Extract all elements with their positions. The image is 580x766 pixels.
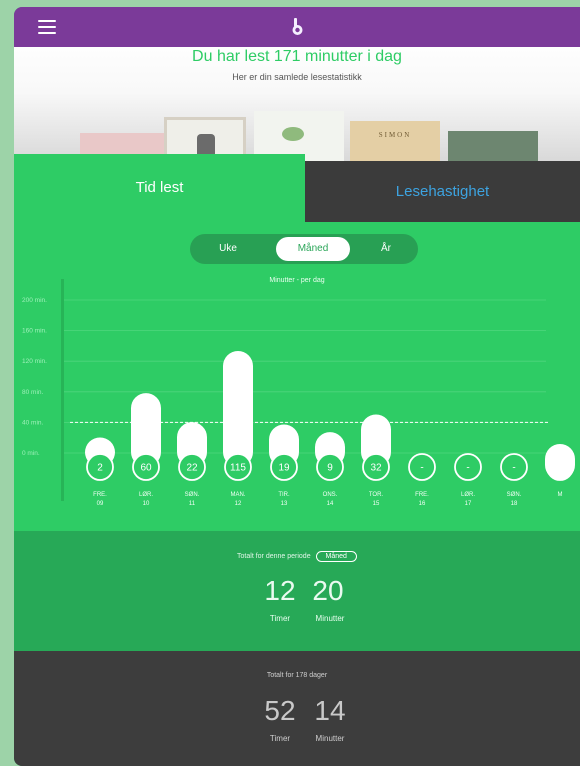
y-tick-label: 120 min. [22,358,47,365]
x-tick-date: 12 [235,501,242,507]
x-tick-date: 10 [143,501,150,507]
y-tick-label: 160 min. [22,328,47,335]
period-chip-button[interactable]: Måned [315,551,357,562]
x-tick-day: M [558,492,563,498]
data-label: - [512,463,515,474]
x-tick-date: 09 [97,501,104,507]
period-total-label-row: Totalt for denne periode Måned [14,551,580,562]
x-tick-date: 13 [281,501,288,507]
x-tick-date: 11 [189,501,196,507]
y-axis-line [61,279,64,501]
y-tick-label: 40 min. [22,419,44,426]
period-minutes-unit: Minutter [315,614,345,623]
y-tick-label: 0 min. [22,450,40,457]
y-tick-label: 200 min. [22,297,47,304]
all-total-label: Totalt for 178 dager [266,672,328,679]
x-tick-date: 14 [327,501,334,507]
period-total-label: Totalt for denne periode [237,553,311,560]
x-tick-day: ONS. [323,492,338,498]
x-tick-day: LØR. [461,492,475,498]
period-total-panel: Totalt for denne periode Måned 12 20 Tim… [14,531,580,651]
x-tick-day: SØN. [185,492,200,498]
data-label: - [420,463,423,474]
x-tick-day: FRE. [415,492,429,498]
data-label: 9 [327,463,333,474]
x-tick-day: SØN. [507,492,522,498]
x-tick-day: LØR. [139,492,153,498]
bar[interactable] [223,351,253,467]
x-tick-date: 17 [465,501,472,507]
x-tick-date: 18 [511,501,518,507]
app-window: SIMON Du har lest 171 minutter i dag Her… [14,7,580,766]
period-minutes-value: 20 [312,575,344,606]
data-label: 19 [278,463,290,474]
data-label: 32 [370,463,382,474]
all-minutes-value: 14 [314,695,346,726]
y-tick-label: 80 min. [22,389,44,396]
daily-minutes-chart: 200 min. 160 min. 120 min. 80 min. 40 min. 0 … [22,279,575,507]
x-tick-day: TOR. [369,492,384,498]
x-tick-day: MAN. [231,492,246,498]
all-time-total-panel: Totalt for 178 dager 52 14 Timer Minutte… [14,651,580,766]
x-tick-day: TIR. [278,492,290,498]
data-label: 22 [186,463,198,474]
data-label: 115 [230,463,246,474]
all-minutes-unit: Minutter [315,734,345,743]
data-label: 60 [140,463,152,474]
x-tick-date: 15 [373,501,380,507]
x-tick-date: 16 [419,501,426,507]
data-label: - [466,463,469,474]
data-label: 2 [97,463,103,474]
x-tick-day: FRE. [93,492,107,498]
